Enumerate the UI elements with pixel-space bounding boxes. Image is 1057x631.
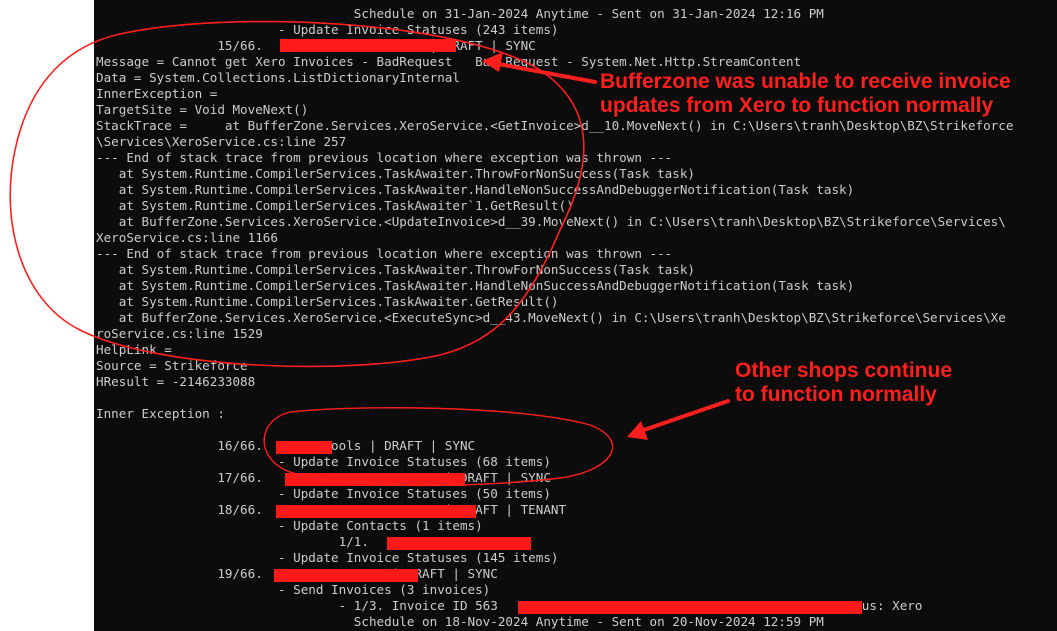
console-line: - Update Invoice Statuses (68 items) <box>96 454 551 469</box>
console-line: - Update Invoice Statuses (243 items) <box>96 22 559 37</box>
console-line: - Send Invoices (3 invoices) <box>96 582 491 597</box>
console-line: at System.Runtime.CompilerServices.TaskA… <box>96 198 574 213</box>
redaction-bar <box>518 601 862 614</box>
console-line: \Services\XeroService.cs:line 257 <box>96 134 347 149</box>
console-line: at BufferZone.Services.XeroService.<Upda… <box>96 214 1006 229</box>
console-line: 1/1. <box>96 534 369 549</box>
console-line: Data = System.Collections.ListDictionary… <box>96 70 460 85</box>
redaction-bar <box>280 39 456 52</box>
console-line: HelpLink = <box>96 342 172 357</box>
top-annotation: Bufferzone was unable to receive invoice… <box>600 70 1011 117</box>
console-line: InnerException = <box>96 86 218 101</box>
console-line: at System.Runtime.CompilerServices.TaskA… <box>96 262 695 277</box>
console-line: at System.Runtime.CompilerServices.TaskA… <box>96 182 855 197</box>
redaction-bar <box>387 537 531 550</box>
console-line: Inner Exception : <box>96 406 225 421</box>
console-line: - Update Contacts (1 items) <box>96 518 483 533</box>
console-line: --- End of stack trace from previous loc… <box>96 246 673 261</box>
console-line: at BufferZone.Services.XeroService.<Exec… <box>96 310 1006 325</box>
console-line: TargetSite = Void MoveNext() <box>96 102 309 117</box>
console-line: - Update Invoice Statuses (145 items) <box>96 550 559 565</box>
console-line: HResult = -2146233088 <box>96 374 256 389</box>
console-line: at System.Runtime.CompilerServices.TaskA… <box>96 278 855 293</box>
console-line: - Update Invoice Statuses (50 items) <box>96 486 551 501</box>
console-line: Message = Cannot get Xero Invoices - Bad… <box>96 54 802 69</box>
redaction-bar <box>276 441 332 454</box>
console-line: Schedule on 31-Jan-2024 Anytime - Sent o… <box>96 6 824 21</box>
bottom-annotation: Other shops continue to function normall… <box>735 359 953 406</box>
console-line: Schedule on 18-Nov-2024 Anytime - Sent o… <box>96 614 824 629</box>
console-line: roService.cs:line 1529 <box>96 326 263 341</box>
console-line: at System.Runtime.CompilerServices.TaskA… <box>96 166 695 181</box>
redaction-bar <box>276 505 476 518</box>
redaction-bar <box>274 569 418 582</box>
console-line: XeroService.cs:line 1166 <box>96 230 278 245</box>
console-line: Source = Strikeforce <box>96 358 248 373</box>
console-line: StackTrace = at BufferZone.Services.Xero… <box>96 118 1014 133</box>
console-line: --- End of stack trace from previous loc… <box>96 150 673 165</box>
console-line: at System.Runtime.CompilerServices.TaskA… <box>96 294 559 309</box>
redaction-bar <box>285 473 465 486</box>
